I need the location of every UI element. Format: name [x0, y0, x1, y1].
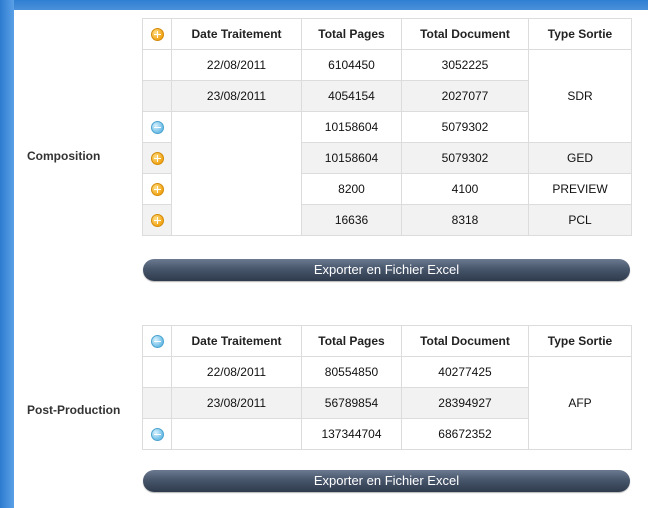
- cell-pages: 8200: [301, 173, 402, 205]
- cell-pages: 80554850: [301, 356, 402, 388]
- expand-button[interactable]: [142, 204, 172, 236]
- header-type: Type Sortie: [528, 18, 632, 50]
- cell-type: AFP: [528, 356, 632, 450]
- cell-pages: 10158604: [301, 142, 402, 174]
- expand-icon: [150, 152, 164, 166]
- cell-docs: 5079302: [401, 111, 529, 143]
- cell-docs: 8318: [401, 204, 529, 236]
- composition-label: Composition: [27, 149, 101, 163]
- header-docs: Total Document: [401, 325, 529, 357]
- cell-docs: 3052225: [401, 49, 529, 81]
- collapse-button[interactable]: [142, 418, 172, 450]
- cell-docs: 4100: [401, 173, 529, 205]
- collapse-button[interactable]: [142, 111, 172, 143]
- cell-pages: 16636: [301, 204, 402, 236]
- row-icon-cell: [142, 80, 172, 112]
- header-docs: Total Document: [401, 18, 529, 50]
- expand-icon: [150, 214, 164, 228]
- row-icon-cell: [142, 387, 172, 419]
- cell-docs: 68672352: [401, 418, 529, 450]
- collapse-icon: [150, 121, 164, 135]
- cell-pages: 137344704: [301, 418, 402, 450]
- cell-date-empty: [171, 418, 302, 450]
- expand-button[interactable]: [142, 173, 172, 205]
- cell-docs: 28394927: [401, 387, 529, 419]
- post-production-header-row: Date Traitement Total Pages Total Docume…: [142, 325, 632, 357]
- table-row: 22/08/2011 6104450 3052225 SDR: [142, 49, 632, 143]
- cell-docs: 2027077: [401, 80, 529, 112]
- header-pages: Total Pages: [301, 325, 402, 357]
- expand-icon: [150, 183, 164, 197]
- cell-type: PREVIEW: [528, 173, 632, 205]
- collapse-icon: [150, 335, 164, 349]
- expand-all-button[interactable]: [142, 18, 172, 50]
- collapse-icon: [150, 428, 164, 442]
- composition-header-row: Date Traitement Total Pages Total Docume…: [142, 18, 632, 50]
- cell-date: 23/08/2011: [171, 80, 302, 112]
- cell-type: GED: [528, 142, 632, 174]
- content-panel: Composition Date Traitement Total Pages …: [14, 10, 648, 508]
- top-border: [0, 0, 648, 10]
- cell-pages: 56789854: [301, 387, 402, 419]
- cell-docs: 40277425: [401, 356, 529, 388]
- row-icon-cell: [142, 49, 172, 81]
- cell-pages: 6104450: [301, 49, 402, 81]
- cell-date: 22/08/2011: [171, 49, 302, 81]
- cell-date: 22/08/2011: [171, 356, 302, 388]
- cell-type: SDR: [528, 49, 632, 143]
- left-border: [0, 0, 14, 508]
- cell-docs: 5079302: [401, 142, 529, 174]
- expand-button[interactable]: [142, 142, 172, 174]
- expand-icon: [150, 28, 164, 42]
- cell-pages: 10158604: [301, 111, 402, 143]
- cell-date: 23/08/2011: [171, 387, 302, 419]
- table-row: 22/08/2011 80554850 40277425 AFP: [142, 356, 632, 450]
- header-date: Date Traitement: [171, 18, 302, 50]
- header-date: Date Traitement: [171, 325, 302, 357]
- cell-date-empty: [171, 111, 302, 236]
- row-icon-cell: [142, 356, 172, 388]
- cell-pages: 4054154: [301, 80, 402, 112]
- cell-type: PCL: [528, 204, 632, 236]
- collapse-all-button[interactable]: [142, 325, 172, 357]
- header-pages: Total Pages: [301, 18, 402, 50]
- export-excel-button[interactable]: Exporter en Fichier Excel: [143, 259, 630, 281]
- post-production-table: Date Traitement Total Pages Total Docume…: [142, 325, 632, 450]
- composition-table: Date Traitement Total Pages Total Docume…: [142, 18, 632, 236]
- header-type: Type Sortie: [528, 325, 632, 357]
- export-excel-button[interactable]: Exporter en Fichier Excel: [143, 470, 630, 492]
- post-production-label: Post-Production: [27, 403, 121, 417]
